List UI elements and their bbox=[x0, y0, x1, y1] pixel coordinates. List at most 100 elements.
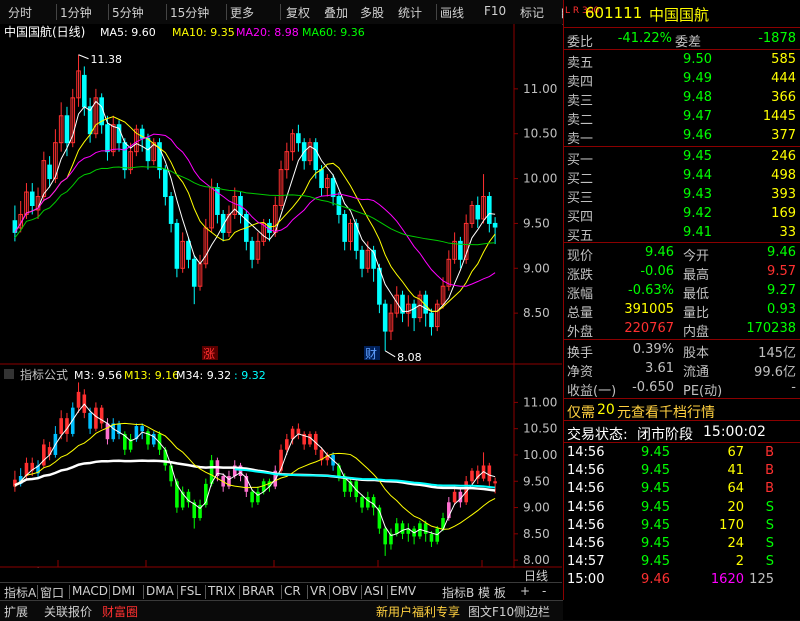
stat-label: 今开 bbox=[683, 249, 710, 264]
tick-time: 14:56 bbox=[567, 463, 605, 479]
stat-label: 涨跌 bbox=[567, 268, 594, 283]
sub-y-tick: 11.00 bbox=[523, 395, 557, 409]
sub-panel-toggle[interactable] bbox=[4, 369, 14, 379]
toolbar-item-10[interactable]: F10 bbox=[484, 4, 506, 18]
tick-price: 9.45 bbox=[641, 536, 670, 551]
tick-time: 15:00 bbox=[567, 572, 605, 588]
tab-separator bbox=[205, 585, 206, 599]
toolbar-item-5[interactable]: 复权 bbox=[286, 4, 310, 21]
tick-volume: 1620 bbox=[710, 572, 744, 588]
panel-divider-line bbox=[563, 49, 800, 50]
extra-value: -0.650 bbox=[632, 380, 674, 395]
buy-volume: 246 bbox=[771, 149, 796, 164]
sub-legend-2: M34: 9.32 bbox=[176, 369, 231, 382]
toolbar-item-3[interactable]: 15分钟 bbox=[170, 4, 209, 21]
indicator-tab-10[interactable]: OBV bbox=[332, 584, 358, 598]
stat-value: 9.46 bbox=[645, 245, 674, 260]
candle-body bbox=[475, 204, 481, 220]
event-up-label: 涨 bbox=[203, 346, 215, 361]
bottom-mid-0[interactable]: 新用户福利专享 bbox=[376, 603, 460, 620]
toolbar-item-1[interactable]: 1分钟 bbox=[60, 4, 92, 21]
tick-volume: 24 bbox=[727, 536, 744, 551]
tick-direction: 125 bbox=[749, 572, 774, 588]
sub-chart-title[interactable]: 指标公式 bbox=[20, 367, 68, 382]
indicator-tab-14[interactable]: 模 板 bbox=[478, 584, 506, 601]
chart-area[interactable]: 11.00 10.50 10.00 9.50 9.00 8.50 11.00 10.50 10.… bbox=[0, 24, 562, 581]
indicator-tab-12[interactable]: EMV bbox=[390, 584, 416, 598]
indicator-tab-0[interactable]: 指标A bbox=[4, 584, 36, 601]
extra-value: 145亿 bbox=[758, 346, 796, 361]
extra-value: 0.39% bbox=[632, 342, 674, 357]
indicator-bar bbox=[487, 465, 492, 482]
sell-label: 卖三 bbox=[567, 94, 594, 109]
kline-chart[interactable]: 11.00 10.50 10.00 9.50 9.00 8.50 11.00 10.50 10.… bbox=[0, 24, 562, 581]
x-axis-label: 6 bbox=[484, 567, 492, 568]
promo-banner[interactable]: 仅需 20 元查看千档行情 bbox=[563, 401, 800, 421]
candle-body bbox=[191, 258, 197, 287]
toolbar-separator bbox=[436, 4, 437, 20]
toolbar-item-6[interactable]: 叠加 bbox=[324, 4, 348, 21]
toolbar-item-11[interactable]: 标记 bbox=[520, 4, 544, 21]
indicator-bar bbox=[76, 391, 81, 408]
sell-row-5: 卖五 9.50 585 bbox=[563, 51, 800, 71]
weibi-row: 委比 -41.22% 委差 -1878 bbox=[563, 30, 800, 50]
indicator-bar bbox=[493, 481, 497, 484]
indicator-tab-15[interactable]: + bbox=[520, 584, 530, 598]
indicator-tab-2[interactable]: MACD bbox=[72, 584, 108, 598]
bottom-left-2[interactable]: 财富圈 bbox=[102, 603, 138, 620]
toolbar-separator bbox=[226, 4, 227, 20]
panel-divider-line bbox=[563, 146, 800, 147]
indicator-tab-11[interactable]: ASI bbox=[364, 584, 383, 598]
indicator-tab-5[interactable]: FSL bbox=[180, 584, 201, 598]
indicator-tab-8[interactable]: CR bbox=[284, 584, 301, 598]
bottom-mid-2[interactable]: 侧边栏 bbox=[514, 603, 550, 620]
indicator-tab-7[interactable]: BRAR bbox=[242, 584, 275, 598]
trade-status-time: 15:00:02 bbox=[703, 424, 766, 440]
promo-text-pre: 仅需 bbox=[567, 405, 595, 421]
indicator-tab-16[interactable]: - bbox=[542, 584, 546, 598]
candle-body bbox=[382, 303, 388, 332]
weicha-label: 委差 bbox=[675, 35, 702, 50]
toolbar-item-7[interactable]: 多股 bbox=[360, 4, 384, 21]
indicator-tab-6[interactable]: TRIX bbox=[208, 584, 235, 598]
indicator-tab-1[interactable]: 窗口 bbox=[40, 584, 64, 601]
toolbar-separator bbox=[166, 4, 167, 20]
extra-row-0: 换手 0.39% 股本 145亿 bbox=[563, 341, 800, 361]
toolbar-item-0[interactable]: 分时 bbox=[8, 4, 32, 21]
main-chart-title: 中国国航(日线) bbox=[4, 24, 85, 39]
tick-time: 14:56 bbox=[567, 499, 605, 515]
toolbar-item-9[interactable]: 画线 bbox=[440, 4, 464, 21]
bottom-left-0[interactable]: 扩展 bbox=[4, 603, 28, 620]
candle-body bbox=[105, 124, 110, 153]
sell-label: 卖二 bbox=[567, 113, 594, 128]
bottom-mid-1[interactable]: 图文F10 bbox=[468, 603, 514, 620]
indicator-tab-9[interactable]: VR bbox=[310, 584, 327, 598]
tick-row-5: 14:56 9.45 24 S bbox=[563, 535, 800, 553]
extra-label: 净资 bbox=[567, 365, 594, 380]
stock-code[interactable]: 601111 bbox=[585, 4, 642, 22]
toolbar-item-4[interactable]: 更多 bbox=[230, 4, 254, 21]
bottom-left-1[interactable]: 关联报价 bbox=[44, 603, 92, 620]
stat-row-0: 现价 9.46 今开 9.46 bbox=[563, 244, 800, 264]
sell-row-2: 卖二 9.47 1445 bbox=[563, 108, 800, 128]
ma-legend-3: MA60: 9.36 bbox=[302, 26, 365, 39]
promo-text-post: 元查看千档行情 bbox=[617, 405, 715, 421]
tick-row-2: 14:56 9.45 64 B bbox=[563, 480, 800, 498]
sub-y-tick: 8.50 bbox=[523, 527, 550, 541]
candle-body bbox=[377, 267, 382, 305]
toolbar-item-8[interactable]: 统计 bbox=[398, 4, 422, 21]
main-y-tick: 10.00 bbox=[523, 172, 557, 186]
x-axis-label: 3 bbox=[148, 567, 156, 568]
indicator-tab-13[interactable]: 指标B bbox=[442, 584, 474, 601]
candle-body bbox=[122, 142, 128, 171]
stock-name[interactable]: 中国国航 bbox=[649, 4, 709, 25]
stat-value: 170238 bbox=[746, 321, 796, 336]
tick-price: 9.45 bbox=[641, 517, 670, 533]
trade-status-label: 交易状态: bbox=[567, 427, 628, 443]
tick-row-4: 14:56 9.45 170 S bbox=[563, 517, 800, 535]
candle-body bbox=[319, 169, 324, 189]
indicator-tab-4[interactable]: DMA bbox=[146, 584, 174, 598]
toolbar-item-2[interactable]: 5分钟 bbox=[112, 4, 144, 21]
indicator-tab-3[interactable]: DMI bbox=[112, 584, 135, 598]
sell-price: 9.48 bbox=[683, 90, 712, 105]
